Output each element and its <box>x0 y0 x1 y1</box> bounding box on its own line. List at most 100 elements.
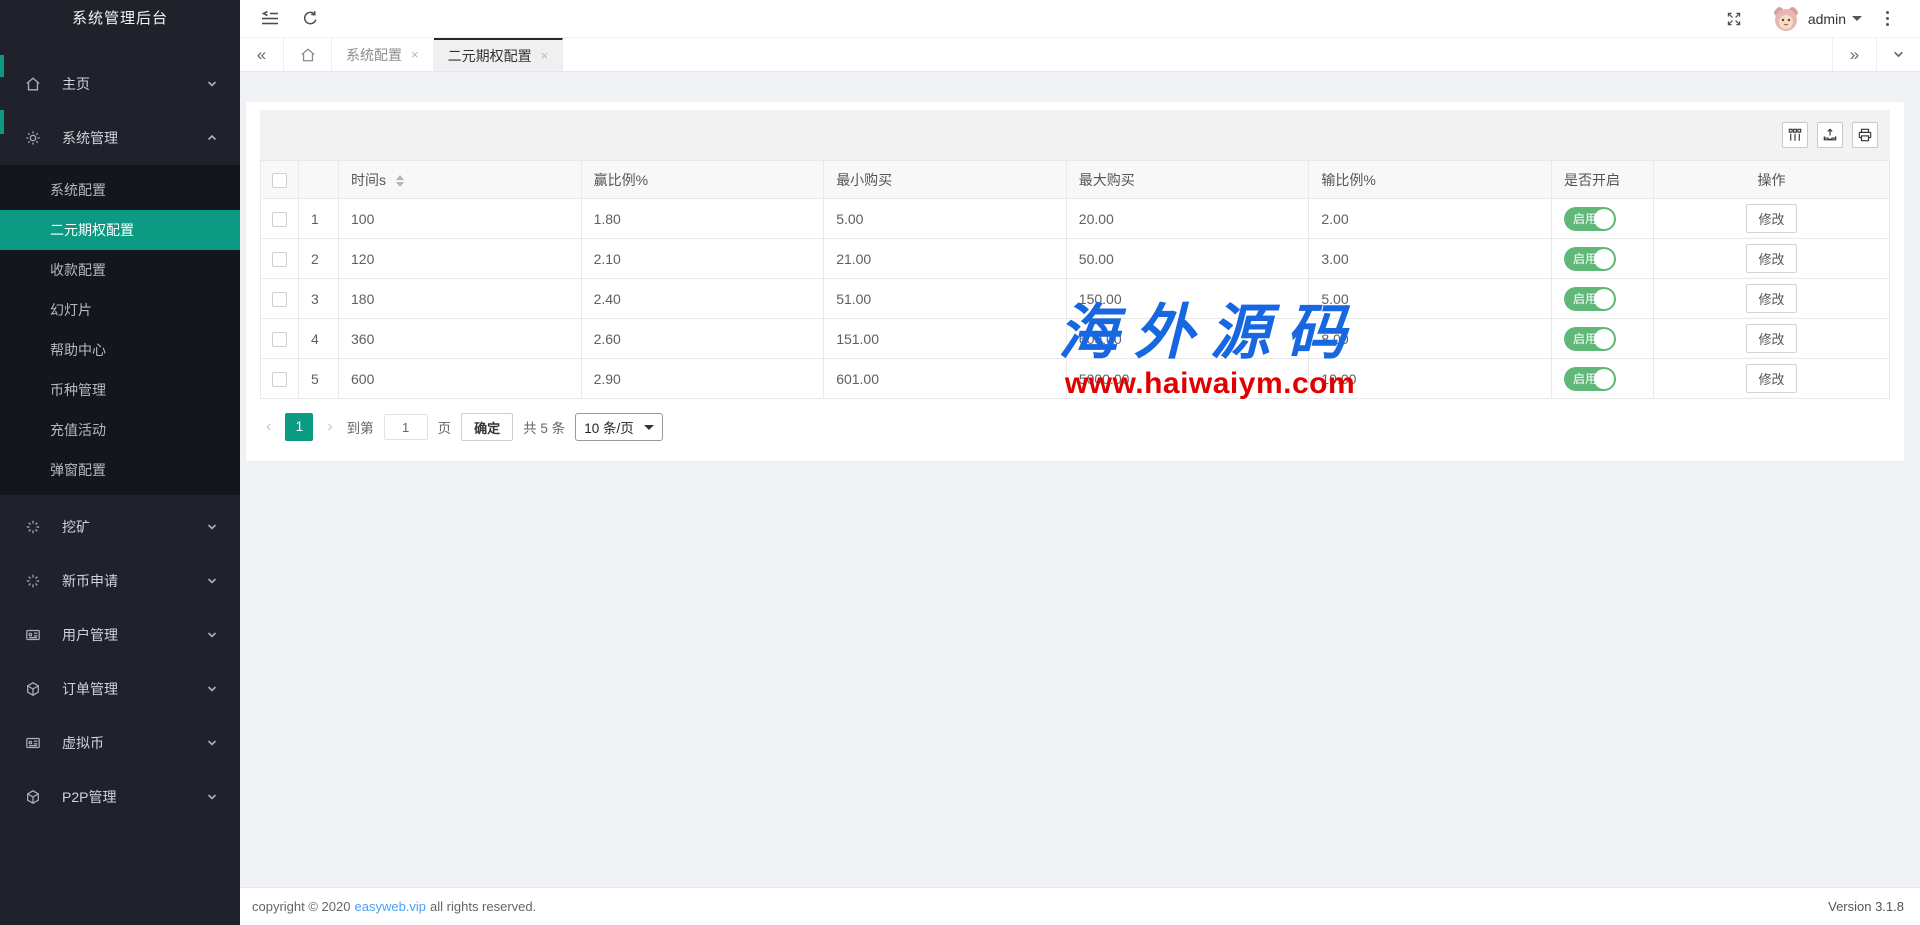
page-size-select[interactable]: 10 条/页 <box>575 413 663 441</box>
sidebar-item-mining[interactable]: 挖矿 <box>0 505 240 549</box>
table-row: 31802.4051.00150.005.00启用修改 <box>261 279 1890 319</box>
tab-system-config[interactable]: 系统配置 × <box>332 38 434 71</box>
refresh-icon[interactable] <box>290 0 330 38</box>
page-1-button[interactable]: 1 <box>285 413 313 441</box>
close-icon[interactable]: × <box>541 48 549 63</box>
chevron-down-icon <box>206 791 218 803</box>
tabs-menu-button[interactable] <box>1876 38 1920 71</box>
version-label: Version 3.1.8 <box>1828 899 1904 914</box>
prev-page-button[interactable]: ‹ <box>262 418 275 436</box>
row-checkbox[interactable] <box>272 212 287 227</box>
app-root: 系统管理后台 主页 系统管理 系统配置 二元期权配置 收款配置 幻灯片 帮助中心… <box>0 0 1920 925</box>
row-checkbox[interactable] <box>272 372 287 387</box>
total-count-label: 共 5 条 <box>523 417 565 437</box>
cell-actions: 修改 <box>1654 319 1890 359</box>
columns-filter-button[interactable] <box>1782 122 1808 148</box>
sidebar-item-payment-config[interactable]: 收款配置 <box>0 250 240 290</box>
close-icon[interactable]: × <box>411 47 419 62</box>
sidebar-item-user-management[interactable]: 用户管理 <box>0 613 240 657</box>
home-tab[interactable] <box>284 38 332 71</box>
cell-min-buy: 51.00 <box>824 279 1067 319</box>
sidebar-item-recharge-activity[interactable]: 充值活动 <box>0 410 240 450</box>
cell-max-buy: 150.00 <box>1066 279 1309 319</box>
goto-page-input[interactable] <box>384 414 428 440</box>
export-button[interactable] <box>1817 122 1843 148</box>
main-area: admin « 系统配置 × 二元期权配置 × » <box>240 0 1920 925</box>
tabbar: « 系统配置 × 二元期权配置 × » <box>240 38 1920 72</box>
sidebar-item-virtual-coin[interactable]: 虚拟币 <box>0 721 240 765</box>
status-toggle[interactable]: 启用 <box>1564 247 1616 271</box>
header-time[interactable]: 时间s <box>339 161 582 199</box>
edit-button[interactable]: 修改 <box>1746 284 1796 313</box>
header-win-ratio: 赢比例% <box>581 161 824 199</box>
print-button[interactable] <box>1852 122 1878 148</box>
topbar-right: admin <box>1714 0 1904 38</box>
sidebar-item-system[interactable]: 系统管理 <box>0 116 240 160</box>
toggle-knob <box>1594 209 1614 229</box>
sidebar-item-order-management[interactable]: 订单管理 <box>0 667 240 711</box>
sidebar-item-label: 主页 <box>62 74 206 94</box>
tabs-scroll-right-button[interactable]: » <box>1832 38 1876 71</box>
row-checkbox[interactable] <box>272 252 287 267</box>
sidebar-item-new-coin[interactable]: 新币申请 <box>0 559 240 603</box>
sidebar-item-system-config[interactable]: 系统配置 <box>0 170 240 210</box>
edit-button[interactable]: 修改 <box>1746 204 1796 233</box>
sidebar-item-popup-config[interactable]: 弹窗配置 <box>0 450 240 490</box>
toggle-knob <box>1594 289 1614 309</box>
status-toggle[interactable]: 启用 <box>1564 207 1616 231</box>
edit-button[interactable]: 修改 <box>1746 324 1796 353</box>
sidebar-item-label: 订单管理 <box>62 679 206 699</box>
sidebar-item-label: 新币申请 <box>62 571 206 591</box>
sidebar-item-binary-option-config[interactable]: 二元期权配置 <box>0 210 240 250</box>
cell-lose-ratio: 3.00 <box>1309 239 1552 279</box>
sidebar-item-slides[interactable]: 幻灯片 <box>0 290 240 330</box>
status-toggle[interactable]: 启用 <box>1564 327 1616 351</box>
edit-button[interactable]: 修改 <box>1746 364 1796 393</box>
username: admin <box>1808 11 1846 27</box>
easyweb-link[interactable]: easyweb.vip <box>354 899 426 914</box>
caret-down-icon <box>1852 16 1862 21</box>
tabs-scroll-left-button[interactable]: « <box>240 38 284 71</box>
table-row: 56002.90601.005000.0010.00启用修改 <box>261 359 1890 399</box>
collapse-sidebar-button[interactable] <box>250 0 290 38</box>
confirm-button[interactable]: 确定 <box>461 413 513 441</box>
status-toggle[interactable]: 启用 <box>1564 367 1616 391</box>
sidebar-item-help-center[interactable]: 帮助中心 <box>0 330 240 370</box>
fullscreen-icon[interactable] <box>1714 0 1754 38</box>
home-icon <box>25 76 41 92</box>
cell-status: 启用 <box>1552 239 1654 279</box>
cell-lose-ratio: 10.00 <box>1309 359 1552 399</box>
avatar[interactable] <box>1772 5 1800 33</box>
cell-win-ratio: 2.60 <box>581 319 824 359</box>
row-checkbox-cell <box>261 319 299 359</box>
gear-icon <box>25 130 41 146</box>
row-checkbox[interactable] <box>272 332 287 347</box>
cell-status: 启用 <box>1552 359 1654 399</box>
next-page-button[interactable]: › <box>323 418 336 436</box>
cell-time: 600 <box>339 359 582 399</box>
cell-min-buy: 5.00 <box>824 199 1067 239</box>
more-menu-icon[interactable] <box>1870 0 1904 38</box>
cell-max-buy: 600.00 <box>1066 319 1309 359</box>
select-all-checkbox[interactable] <box>272 173 287 188</box>
sidebar-item-p2p-management[interactable]: P2P管理 <box>0 775 240 819</box>
sidebar-indicator <box>0 55 4 77</box>
edit-button[interactable]: 修改 <box>1746 244 1796 273</box>
id-card-icon <box>25 735 41 751</box>
toggle-knob <box>1594 329 1614 349</box>
user-menu[interactable]: admin <box>1808 11 1862 27</box>
status-toggle[interactable]: 启用 <box>1564 287 1616 311</box>
sort-icon[interactable] <box>396 175 404 187</box>
sidebar-item-home[interactable]: 主页 <box>0 62 240 106</box>
sidebar-item-label: 挖矿 <box>62 517 206 537</box>
sidebar-item-label: 虚拟币 <box>62 733 206 753</box>
tab-binary-option-config[interactable]: 二元期权配置 × <box>434 38 564 71</box>
sidebar-item-coin-management[interactable]: 币种管理 <box>0 370 240 410</box>
chevron-down-icon <box>1892 48 1905 61</box>
row-checkbox[interactable] <box>272 292 287 307</box>
table-row: 21202.1021.0050.003.00启用修改 <box>261 239 1890 279</box>
cell-max-buy: 20.00 <box>1066 199 1309 239</box>
sidebar: 系统管理后台 主页 系统管理 系统配置 二元期权配置 收款配置 幻灯片 帮助中心… <box>0 0 240 925</box>
cell-max-buy: 50.00 <box>1066 239 1309 279</box>
goto-prefix-label: 到第 <box>347 417 374 437</box>
